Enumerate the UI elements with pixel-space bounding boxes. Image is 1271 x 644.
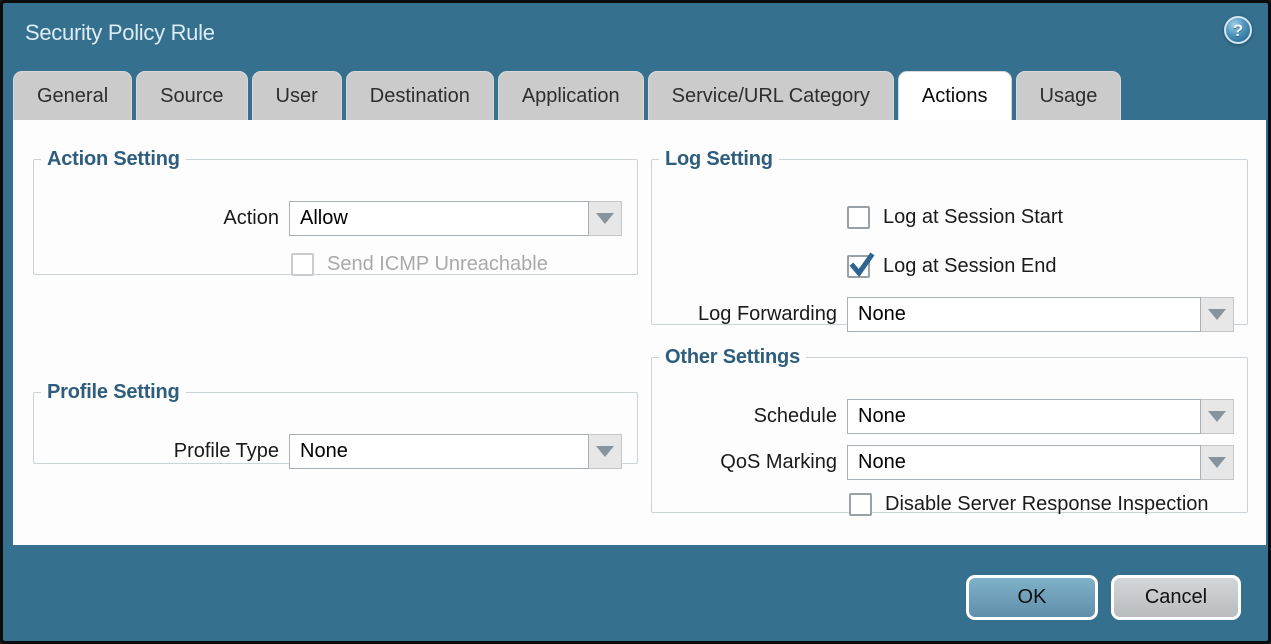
log-forwarding-dropdown-arrow[interactable] <box>1201 297 1234 332</box>
disable-server-response-inspection-row: Disable Server Response Inspection <box>849 493 1209 516</box>
action-setting-legend: Action Setting <box>41 148 186 171</box>
schedule-dropdown-arrow[interactable] <box>1201 399 1234 434</box>
tab-actions[interactable]: Actions <box>898 71 1012 120</box>
send-icmp-unreachable-label: Send ICMP Unreachable <box>327 253 548 276</box>
action-setting-group: Action Setting Action Allow Send ICMP Un… <box>33 148 638 275</box>
profile-setting-group: Profile Setting Profile Type None <box>33 381 638 464</box>
log-at-session-end-checkbox[interactable] <box>847 255 870 278</box>
tab-source[interactable]: Source <box>136 71 247 120</box>
action-dropdown-value: Allow <box>289 201 589 236</box>
log-at-session-end-label: Log at Session End <box>883 255 1056 278</box>
action-dropdown[interactable]: Allow <box>289 201 622 236</box>
send-icmp-unreachable-checkbox <box>291 253 314 276</box>
log-forwarding-label: Log Forwarding <box>652 297 837 332</box>
ok-button[interactable]: OK <box>966 575 1098 620</box>
log-at-session-start-row: Log at Session Start <box>847 206 1063 229</box>
content-panel: Action Setting Action Allow Send ICMP Un… <box>13 120 1266 545</box>
log-forwarding-dropdown-value: None <box>847 297 1201 332</box>
dialog-title: Security Policy Rule <box>25 20 215 46</box>
profile-type-dropdown[interactable]: None <box>289 434 622 469</box>
schedule-dropdown-value: None <box>847 399 1201 434</box>
disable-server-response-inspection-label: Disable Server Response Inspection <box>885 493 1209 516</box>
schedule-label: Schedule <box>652 399 837 434</box>
qos-marking-dropdown[interactable]: None <box>847 445 1234 480</box>
tab-user[interactable]: User <box>252 71 342 120</box>
chevron-down-icon <box>596 213 614 224</box>
check-mark-icon <box>848 252 876 280</box>
qos-marking-dropdown-value: None <box>847 445 1201 480</box>
other-settings-group: Other Settings Schedule None QoS Marking… <box>651 346 1248 513</box>
schedule-dropdown[interactable]: None <box>847 399 1234 434</box>
titlebar: Security Policy Rule ? <box>3 3 1268 70</box>
tab-bar: General Source User Destination Applicat… <box>13 71 1121 120</box>
chevron-down-icon <box>596 446 614 457</box>
action-dropdown-arrow[interactable] <box>589 201 622 236</box>
tab-usage[interactable]: Usage <box>1016 71 1122 120</box>
question-mark-glyph: ? <box>1233 22 1243 39</box>
cancel-button[interactable]: Cancel <box>1111 575 1241 620</box>
qos-marking-label: QoS Marking <box>652 445 837 480</box>
other-settings-legend: Other Settings <box>659 346 806 369</box>
tab-application[interactable]: Application <box>498 71 644 120</box>
chevron-down-icon <box>1208 457 1226 468</box>
log-setting-legend: Log Setting <box>659 148 779 171</box>
action-label: Action <box>34 201 279 236</box>
chevron-down-icon <box>1208 411 1226 422</box>
profile-setting-legend: Profile Setting <box>41 381 186 404</box>
log-forwarding-dropdown[interactable]: None <box>847 297 1234 332</box>
chevron-down-icon <box>1208 309 1226 320</box>
send-icmp-unreachable-row: Send ICMP Unreachable <box>291 253 548 276</box>
log-at-session-end-row: Log at Session End <box>847 255 1056 278</box>
tab-destination[interactable]: Destination <box>346 71 494 120</box>
qos-marking-dropdown-arrow[interactable] <box>1201 445 1234 480</box>
help-icon[interactable]: ? <box>1224 16 1252 44</box>
log-at-session-start-checkbox[interactable] <box>847 206 870 229</box>
disable-server-response-inspection-checkbox[interactable] <box>849 493 872 516</box>
log-at-session-start-label: Log at Session Start <box>883 206 1063 229</box>
tab-general[interactable]: General <box>13 71 132 120</box>
profile-type-label: Profile Type <box>34 434 279 469</box>
security-policy-rule-dialog: Security Policy Rule ? General Source Us… <box>0 0 1271 644</box>
tab-service-url-category[interactable]: Service/URL Category <box>648 71 894 120</box>
log-setting-group: Log Setting Log at Session Start Log at … <box>651 148 1248 325</box>
profile-type-dropdown-value: None <box>289 434 589 469</box>
profile-type-dropdown-arrow[interactable] <box>589 434 622 469</box>
